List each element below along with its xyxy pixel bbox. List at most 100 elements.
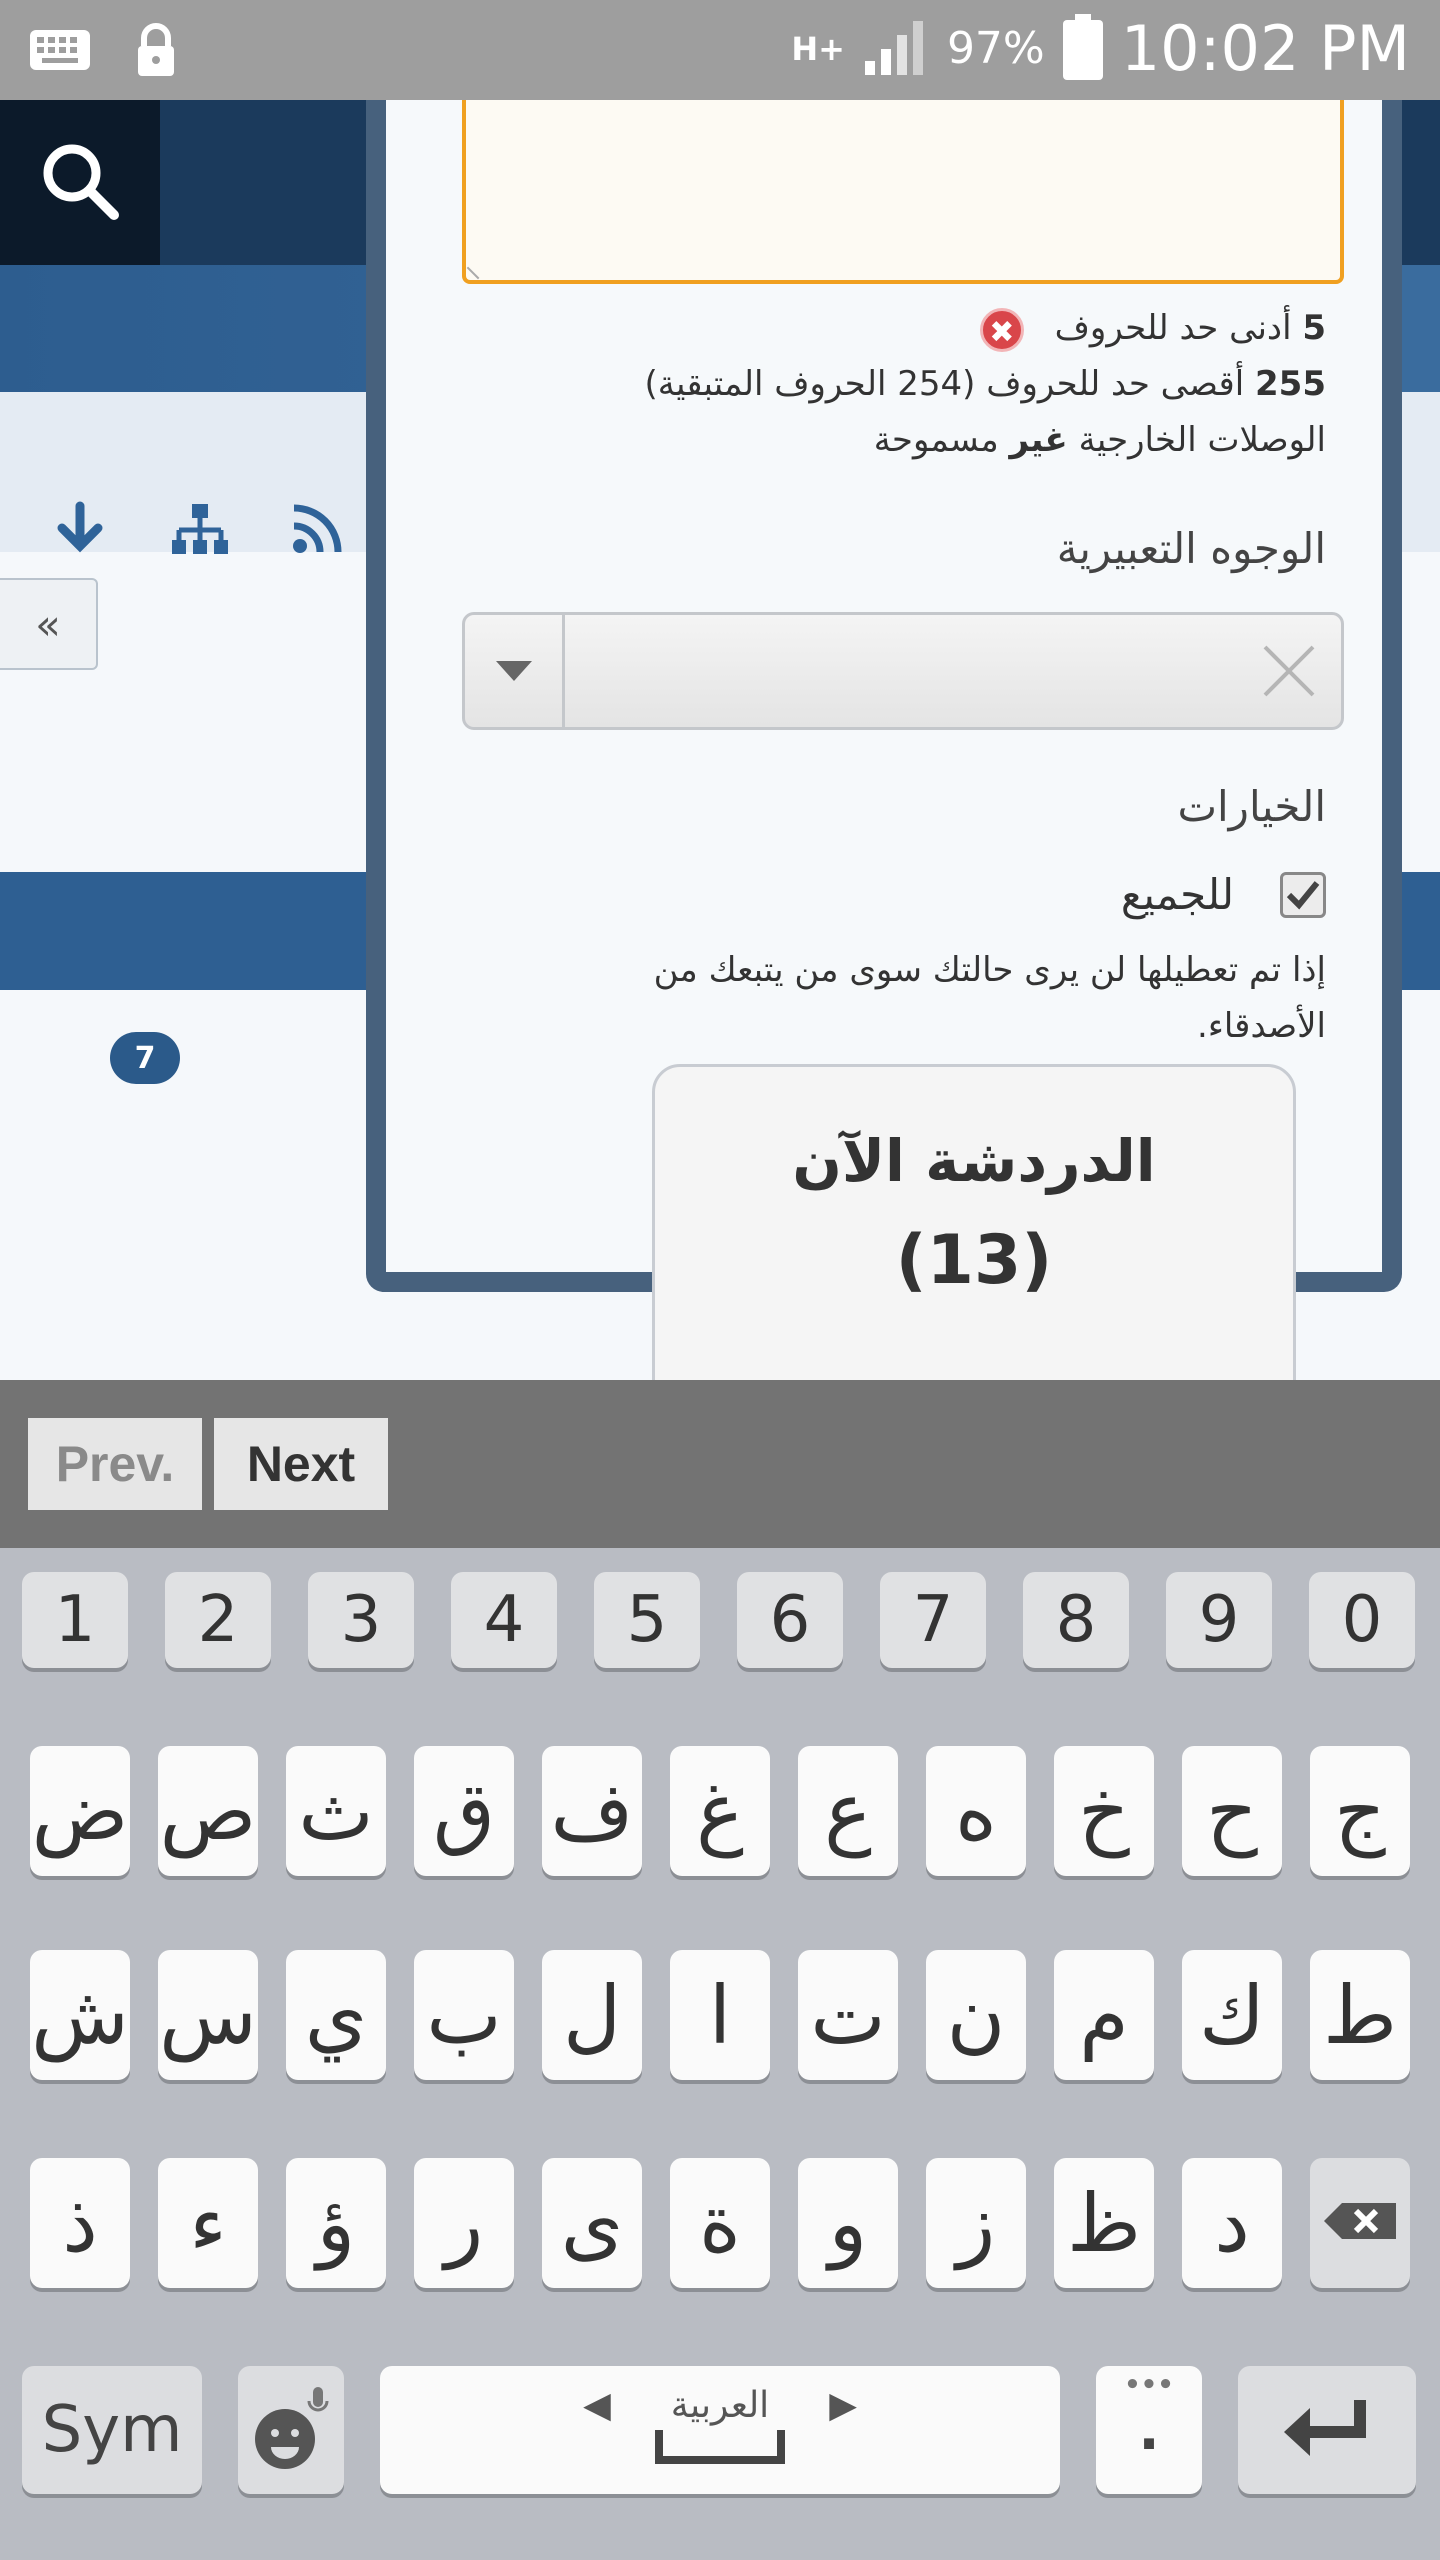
key-letter[interactable]: خ bbox=[1054, 1746, 1154, 1876]
everyone-checkbox[interactable] bbox=[1280, 871, 1326, 918]
key-letter[interactable]: س bbox=[158, 1950, 258, 2080]
notification-badge: 7 bbox=[110, 1032, 180, 1084]
right-arrow-icon: ▶ bbox=[829, 2384, 857, 2426]
battery-icon bbox=[1062, 13, 1103, 84]
key-letter[interactable]: ن bbox=[926, 1950, 1026, 2080]
key-letter[interactable]: ا bbox=[670, 1950, 770, 2080]
key-letter[interactable]: ف bbox=[542, 1746, 642, 1876]
rss-icon[interactable] bbox=[290, 500, 346, 564]
more-punctuation-icon: ••• bbox=[1124, 2370, 1174, 2400]
resize-handle[interactable] bbox=[466, 256, 490, 280]
key-letter[interactable]: ل bbox=[542, 1950, 642, 2080]
lock-icon bbox=[134, 22, 178, 82]
key-letter[interactable]: ة bbox=[670, 2158, 770, 2288]
min-chars-line: 5 أدنى حد للحروف ✖ bbox=[426, 300, 1326, 356]
sitemap-icon[interactable] bbox=[170, 500, 230, 564]
clear-icon[interactable] bbox=[1261, 643, 1317, 699]
download-icon[interactable] bbox=[50, 500, 110, 564]
everyone-label: للجميع bbox=[1120, 870, 1234, 919]
key-letter[interactable]: ؤ bbox=[286, 2158, 386, 2288]
everyone-option: للجميع bbox=[1121, 870, 1326, 919]
network-type: H+ bbox=[791, 29, 845, 68]
key-letter[interactable]: ص bbox=[158, 1746, 258, 1876]
search-icon bbox=[38, 139, 122, 227]
key-letter[interactable]: ز bbox=[926, 2158, 1026, 2288]
emoticons-select[interactable] bbox=[462, 612, 1344, 730]
max-chars-number: 255 bbox=[1255, 364, 1326, 404]
key-letter[interactable]: ط bbox=[1310, 1950, 1410, 2080]
period-label: . bbox=[1138, 2397, 1160, 2463]
dropdown-arrow-icon[interactable] bbox=[465, 615, 565, 727]
battery-percent: 97% bbox=[946, 23, 1045, 74]
next-button[interactable]: Next bbox=[214, 1418, 388, 1510]
status-left-icons bbox=[28, 22, 178, 82]
max-chars-line: 255 أقصى حد للحروف (254 الحروف المتبقية) bbox=[426, 356, 1327, 412]
key-6[interactable]: 6 bbox=[737, 1572, 843, 1668]
max-chars-text: أقصى حد للحروف (254 الحروف المتبقية) bbox=[644, 364, 1245, 404]
key-5[interactable]: 5 bbox=[594, 1572, 700, 1668]
prev-button[interactable]: Prev. bbox=[28, 1418, 202, 1510]
chat-count: (13) bbox=[895, 1221, 1053, 1300]
key-letter[interactable]: ج bbox=[1310, 1746, 1410, 1876]
key-letter[interactable]: ى bbox=[542, 2158, 642, 2288]
period-key[interactable]: ••• . bbox=[1096, 2366, 1202, 2494]
min-chars-text: أدنى حد للحروف bbox=[1054, 308, 1292, 348]
key-7[interactable]: 7 bbox=[880, 1572, 986, 1668]
key-letter[interactable]: ح bbox=[1182, 1746, 1282, 1876]
clock: 10:02 PM bbox=[1120, 12, 1410, 85]
key-letter[interactable]: ش bbox=[30, 1950, 130, 2080]
key-letter[interactable]: و bbox=[798, 2158, 898, 2288]
chat-title: الدردشة الآن bbox=[792, 1127, 1156, 1195]
signal-icon bbox=[863, 17, 929, 81]
chat-now-tab[interactable]: الدردشة الآن (13) bbox=[652, 1064, 1296, 1394]
sidebar-collapse-button[interactable]: « bbox=[0, 578, 98, 670]
language-switcher: ◀ العربية ▶ bbox=[583, 2385, 857, 2426]
key-letter[interactable]: ع bbox=[798, 1746, 898, 1876]
key-letter[interactable]: م bbox=[1054, 1950, 1154, 2080]
key-letter[interactable]: ب bbox=[414, 1950, 514, 2080]
backspace-icon bbox=[1324, 2201, 1396, 2245]
links-prefix: الوصلات الخارجية bbox=[1078, 420, 1326, 460]
enter-key[interactable] bbox=[1238, 2366, 1416, 2494]
key-1[interactable]: 1 bbox=[22, 1572, 128, 1668]
key-2[interactable]: 2 bbox=[165, 1572, 271, 1668]
emoji-voice-key[interactable] bbox=[238, 2366, 344, 2494]
key-letter[interactable]: ي bbox=[286, 1950, 386, 2080]
enter-icon bbox=[1282, 2396, 1372, 2464]
backspace-key[interactable] bbox=[1310, 2158, 1410, 2288]
nav-icons bbox=[50, 500, 346, 564]
key-letter[interactable]: ق bbox=[414, 1746, 514, 1876]
form-navigation-bar: Prev. Next bbox=[0, 1380, 1440, 1548]
key-letter[interactable]: ر bbox=[414, 2158, 514, 2288]
status-textarea[interactable] bbox=[462, 100, 1344, 284]
links-suffix: مسموحة bbox=[873, 420, 999, 460]
key-3[interactable]: 3 bbox=[308, 1572, 414, 1668]
keyboard: 1 2 3 4 5 6 7 8 9 0 ض ص ث ق ف غ ع ه خ ح … bbox=[0, 1548, 1440, 2560]
key-0[interactable]: 0 bbox=[1309, 1572, 1415, 1668]
language-label: العربية bbox=[670, 2384, 770, 2426]
key-letter[interactable]: ض bbox=[30, 1746, 130, 1876]
left-arrow-icon: ◀ bbox=[583, 2384, 611, 2426]
space-bar-icon bbox=[655, 2429, 785, 2464]
text-limits: 5 أدنى حد للحروف ✖ 255 أقصى حد للحروف (2… bbox=[426, 300, 1326, 468]
key-letter[interactable]: ه bbox=[926, 1746, 1026, 1876]
key-letter[interactable]: ك bbox=[1182, 1950, 1282, 2080]
key-9[interactable]: 9 bbox=[1166, 1572, 1272, 1668]
key-4[interactable]: 4 bbox=[451, 1572, 557, 1668]
status-bar: H+ 97% 10:02 PM bbox=[0, 0, 1440, 100]
key-letter[interactable]: د bbox=[1182, 2158, 1282, 2288]
everyone-description: إذا تم تعطيلها لن يرى حالتك سوى من يتبعك… bbox=[653, 950, 1326, 1046]
key-letter[interactable]: ت bbox=[798, 1950, 898, 2080]
links-not: غير bbox=[1009, 420, 1068, 460]
space-key[interactable]: ◀ العربية ▶ bbox=[380, 2366, 1060, 2494]
external-links-line: الوصلات الخارجية غير مسموحة bbox=[426, 412, 1326, 468]
key-letter[interactable]: ظ bbox=[1054, 2158, 1154, 2288]
min-chars-number: 5 bbox=[1302, 308, 1326, 348]
sym-key[interactable]: Sym bbox=[22, 2366, 202, 2494]
key-8[interactable]: 8 bbox=[1023, 1572, 1129, 1668]
search-button[interactable] bbox=[0, 100, 160, 265]
key-letter[interactable]: ء bbox=[158, 2158, 258, 2288]
key-letter[interactable]: ذ bbox=[30, 2158, 130, 2288]
key-letter[interactable]: غ bbox=[670, 1746, 770, 1876]
key-letter[interactable]: ث bbox=[286, 1746, 386, 1876]
